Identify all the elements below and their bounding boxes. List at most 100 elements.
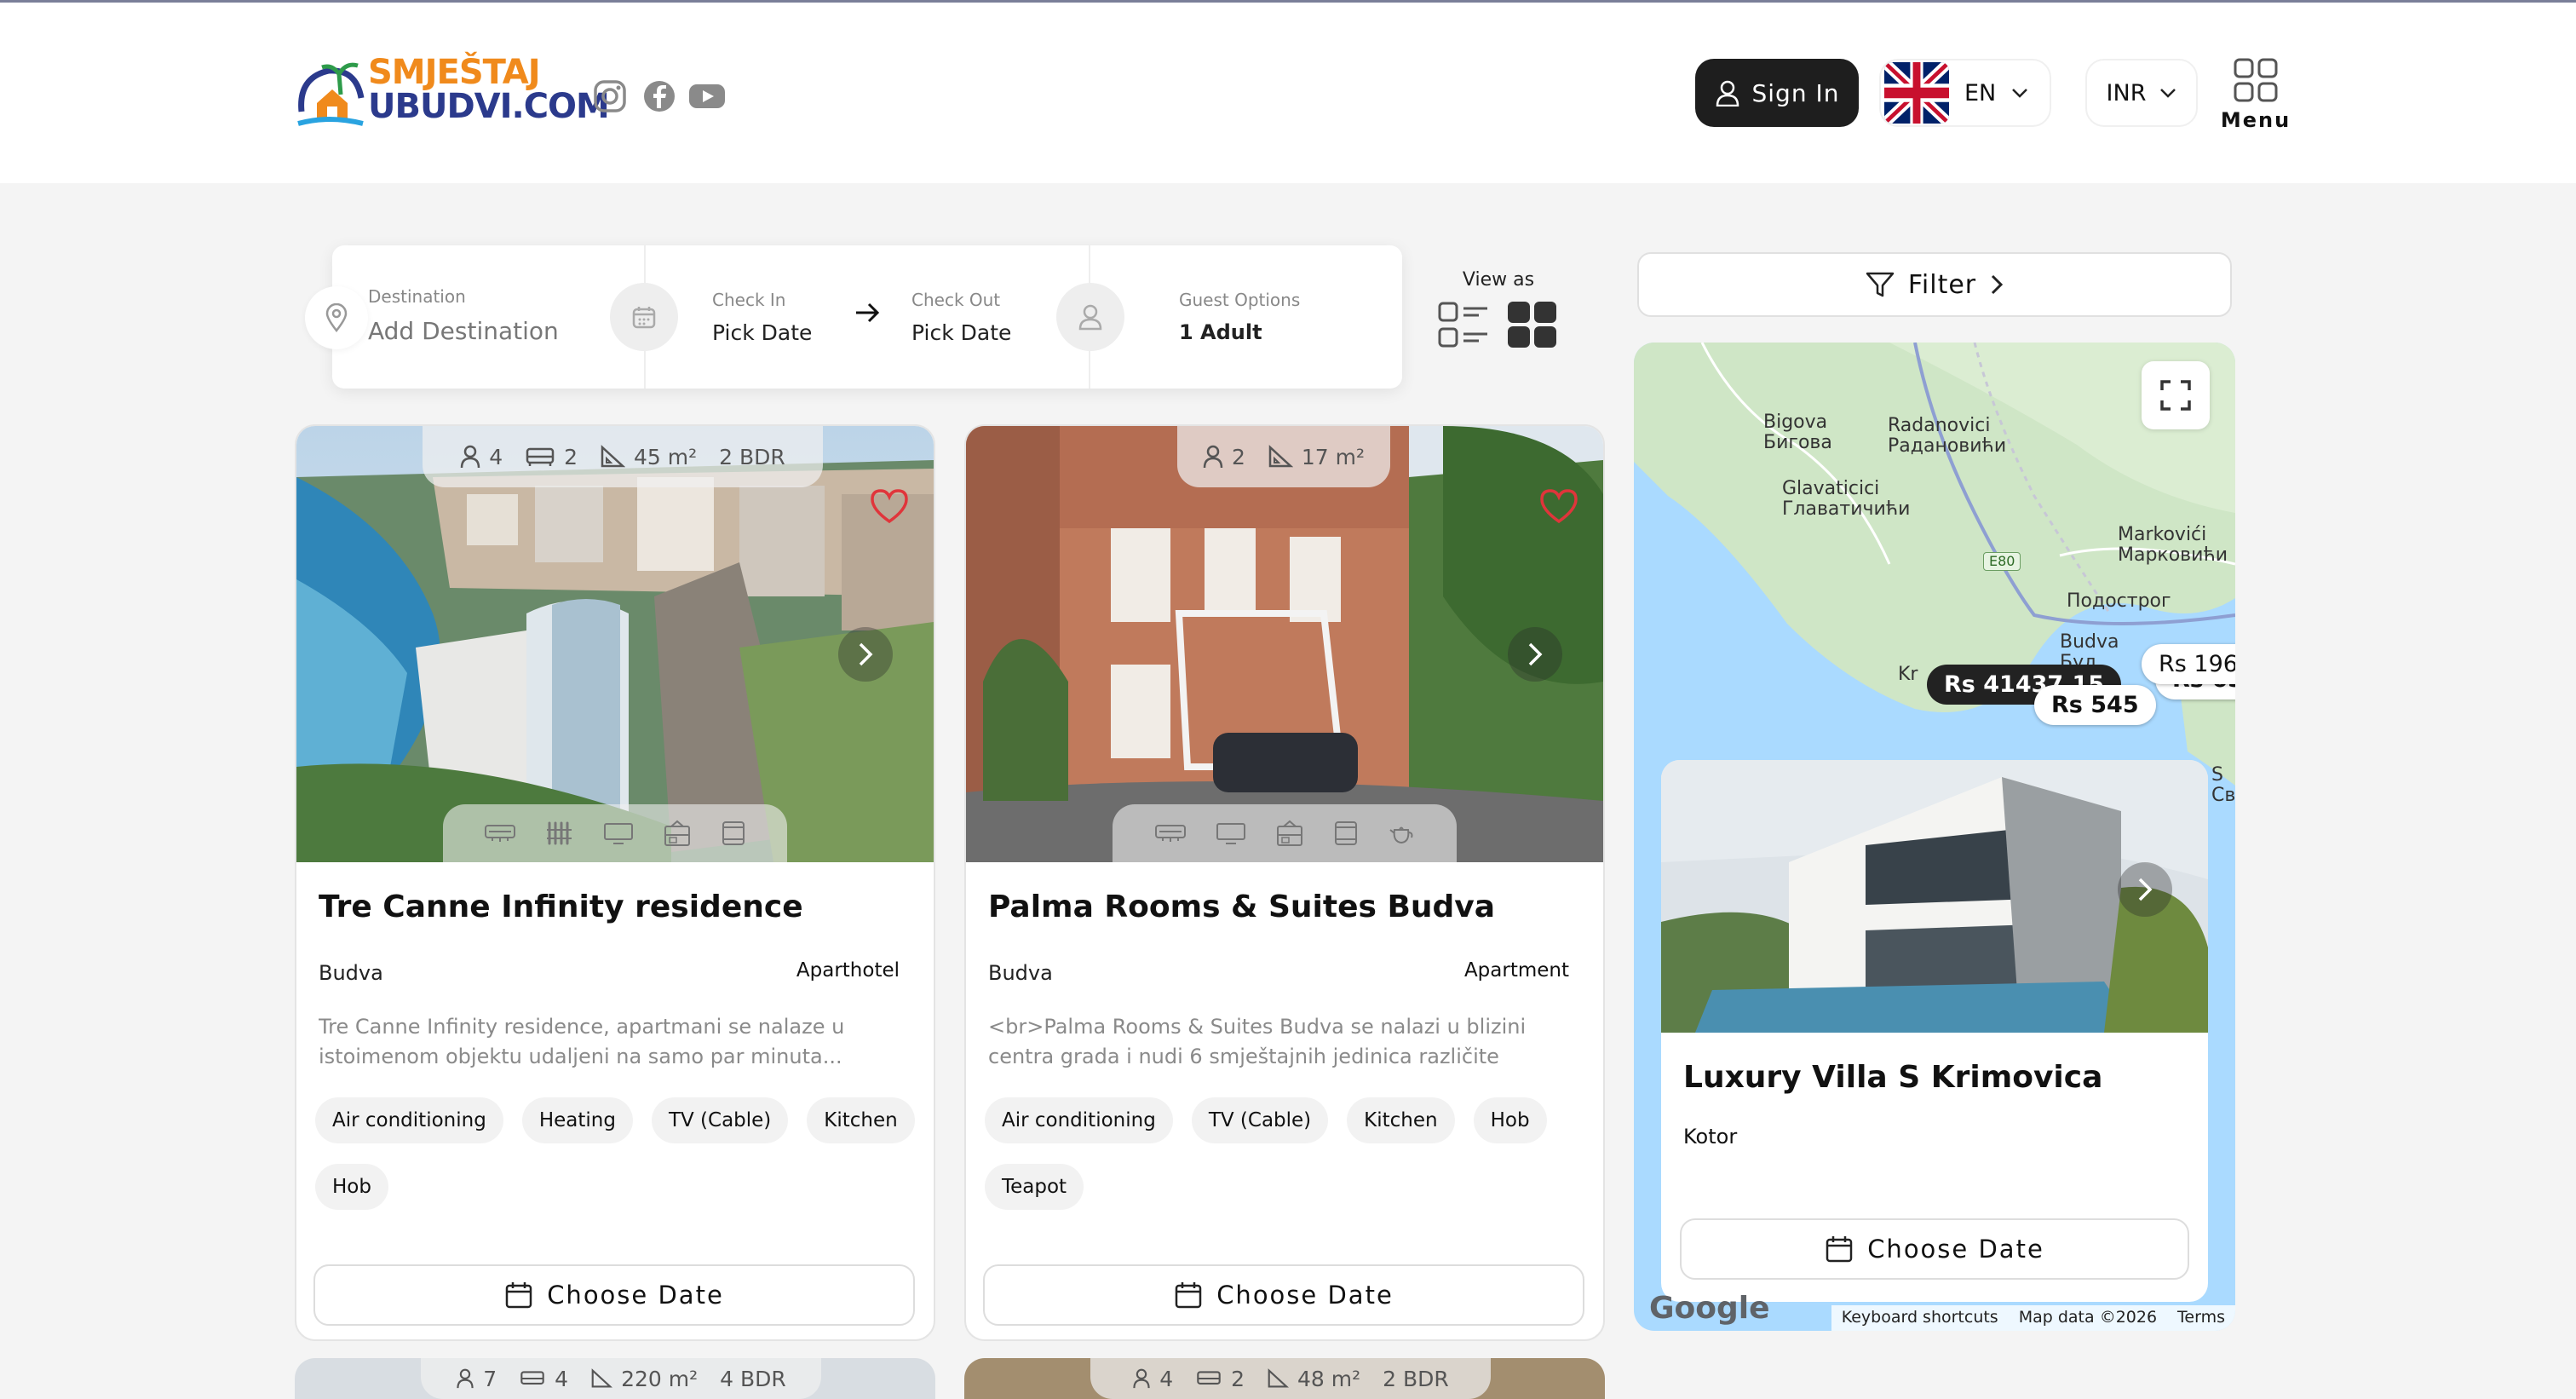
- choose-date-label: Choose Date: [1216, 1281, 1394, 1310]
- guests-count: 2: [1231, 444, 1245, 469]
- grid-view-icon[interactable]: [1506, 300, 1559, 353]
- map-data-text: Map data ©2026: [2008, 1305, 2168, 1331]
- next-photo-button[interactable]: [838, 627, 893, 682]
- menu-label: Menu: [2220, 108, 2291, 132]
- list-view-icon[interactable]: [1438, 300, 1491, 353]
- listing-card[interactable]: 7 4 220 m² 4 BDR: [295, 1358, 935, 1399]
- listing-description: <br>Palma Rooms & Suites Budva se nalazi…: [988, 1015, 1527, 1068]
- map-place-label: Radanovici Радановићи: [1888, 415, 2007, 457]
- filter-label: Filter: [1907, 269, 1977, 300]
- funnel-filter-icon: [1866, 272, 1895, 297]
- checkin-label: Check In: [712, 290, 786, 310]
- guest-options-field[interactable]: Guest Options 1 Adult: [1176, 245, 1363, 389]
- guests-icon: [460, 445, 480, 469]
- currency-value: INR: [2106, 79, 2147, 107]
- arrow-right-icon: [854, 300, 881, 329]
- chevron-right-icon: [2138, 878, 2153, 901]
- map-listing-title[interactable]: Luxury Villa S Krimovica: [1683, 1060, 2102, 1095]
- checkin-value: Pick Date: [712, 320, 813, 345]
- area-ruler-icon: [1268, 445, 1293, 468]
- bed-icon: [1197, 1371, 1221, 1385]
- youtube-icon[interactable]: [688, 79, 725, 113]
- amenities-icon-bar: [1113, 804, 1457, 862]
- area-value: 45 m²: [634, 444, 698, 469]
- filter-button[interactable]: Filter: [1637, 252, 2232, 317]
- listing-title[interactable]: Palma Rooms & Suites Budva: [988, 889, 1495, 924]
- amenity-tag: TV (Cable): [1191, 1097, 1329, 1143]
- search-bar: Destination Add Destination Check In Pic…: [305, 245, 1402, 389]
- amenity-tag: Kitchen: [807, 1097, 915, 1143]
- listing-type: Aparthotel: [796, 959, 900, 982]
- stats-bar: 4 2 45 m² 2 BDR: [423, 426, 823, 487]
- favorite-heart-icon[interactable]: [869, 487, 910, 528]
- beds-count: 2: [564, 444, 578, 469]
- amenity-tag: Hob: [1473, 1097, 1547, 1143]
- next-photo-button[interactable]: [2118, 862, 2172, 917]
- choose-date-button[interactable]: Choose Date: [983, 1264, 1584, 1326]
- next-photo-button[interactable]: [1508, 627, 1562, 682]
- amenity-tag: Air conditioning: [985, 1097, 1173, 1143]
- listing-card[interactable]: 4 2 48 m² 2 BDR: [964, 1358, 1605, 1399]
- guests-icon: [457, 1368, 474, 1389]
- favorite-heart-icon[interactable]: [1538, 487, 1579, 528]
- amenity-tag: Air conditioning: [315, 1097, 503, 1143]
- listing-photo[interactable]: 2 17 m²: [966, 426, 1603, 862]
- site-header: SMJEŠTAJ UBUDVI.COM Sign In EN INR Menu: [0, 3, 2576, 183]
- fullscreen-icon: [2160, 380, 2191, 411]
- map-place-label: Подострог: [2067, 590, 2171, 612]
- facebook-icon[interactable]: [642, 79, 676, 113]
- listing-card[interactable]: 2 17 m² Palma Rooms & Suites Budva Budva…: [964, 424, 1605, 1341]
- map-place-label: Kr: [1898, 664, 1918, 685]
- checkout-field[interactable]: Check Out Pick Date: [905, 245, 1024, 389]
- listing-title[interactable]: Tre Canne Infinity residence: [319, 889, 803, 924]
- checkout-label: Check Out: [911, 290, 1001, 310]
- language-value: EN: [1964, 79, 1997, 107]
- bed-icon: [526, 447, 555, 466]
- bedrooms-value: 4 BDR: [720, 1366, 786, 1391]
- destination-input[interactable]: Add Destination: [368, 317, 559, 345]
- map-listing-popup[interactable]: Luxury Villa S Krimovica Kotor Choose Da…: [1661, 760, 2208, 1302]
- map-listing-city: Kotor: [1683, 1125, 1738, 1149]
- listing-photo[interactable]: 4 2 45 m² 2 BDR: [296, 426, 934, 862]
- checkin-field[interactable]: Check In Pick Date: [707, 245, 826, 389]
- keyboard-shortcuts-link[interactable]: Keyboard shortcuts: [1831, 1305, 2009, 1331]
- choose-date-button[interactable]: Choose Date: [313, 1264, 915, 1326]
- language-selector[interactable]: EN: [1879, 59, 2051, 127]
- amenity-tags: Air conditioning TV (Cable) Kitchen Hob …: [985, 1097, 1588, 1210]
- site-logo[interactable]: SMJEŠTAJ UBUDVI.COM: [293, 52, 610, 134]
- guests-count: 4: [489, 444, 503, 469]
- map-price-marker[interactable]: Rs 545: [2034, 685, 2156, 725]
- currency-selector[interactable]: INR: [2085, 59, 2198, 127]
- choose-date-button[interactable]: Choose Date: [1680, 1218, 2189, 1280]
- calendar-icon: [1175, 1282, 1202, 1309]
- bedrooms-value: 2 BDR: [719, 444, 785, 469]
- area-value: 48 m²: [1297, 1366, 1361, 1391]
- air-conditioning-icon: [1155, 825, 1186, 842]
- menu-button[interactable]: Menu: [2220, 57, 2291, 134]
- chevron-down-icon: [2160, 89, 2176, 98]
- terms-link[interactable]: Terms: [2167, 1305, 2235, 1331]
- map-place-label: S Св: [2211, 764, 2235, 806]
- listing-card[interactable]: 4 2 45 m² 2 BDR Tre Canne Infinity resid…: [295, 424, 935, 1341]
- hob-icon: [1335, 821, 1357, 845]
- calendar-icon: [610, 283, 678, 351]
- beds-count: 4: [555, 1366, 569, 1391]
- bedrooms-value: 2 BDR: [1383, 1366, 1449, 1391]
- listing-city: Budva: [319, 961, 383, 985]
- instagram-icon[interactable]: [593, 79, 627, 113]
- kitchen-icon: [1277, 820, 1302, 846]
- listing-city: Budva: [988, 961, 1053, 985]
- chevron-right-icon: [1992, 274, 2004, 295]
- guests-count: 7: [483, 1366, 497, 1391]
- chevron-right-icon: [1528, 642, 1543, 666]
- area-ruler-icon: [591, 1368, 613, 1388]
- road-e80-label: E80: [1983, 552, 2021, 571]
- map-price-marker[interactable]: Rs 1962: [2142, 644, 2235, 684]
- amenities-icon-bar: [443, 804, 787, 862]
- map-view[interactable]: Bigova Бигова Radanovici Радановићи Glav…: [1634, 343, 2235, 1331]
- map-attribution: Keyboard shortcuts Map data ©2026 Terms: [1831, 1305, 2235, 1331]
- amenity-tag: Heating: [521, 1097, 633, 1143]
- sign-in-button[interactable]: Sign In: [1695, 59, 1859, 127]
- fullscreen-button[interactable]: [2142, 361, 2210, 429]
- heating-radiator-icon: [547, 821, 572, 845]
